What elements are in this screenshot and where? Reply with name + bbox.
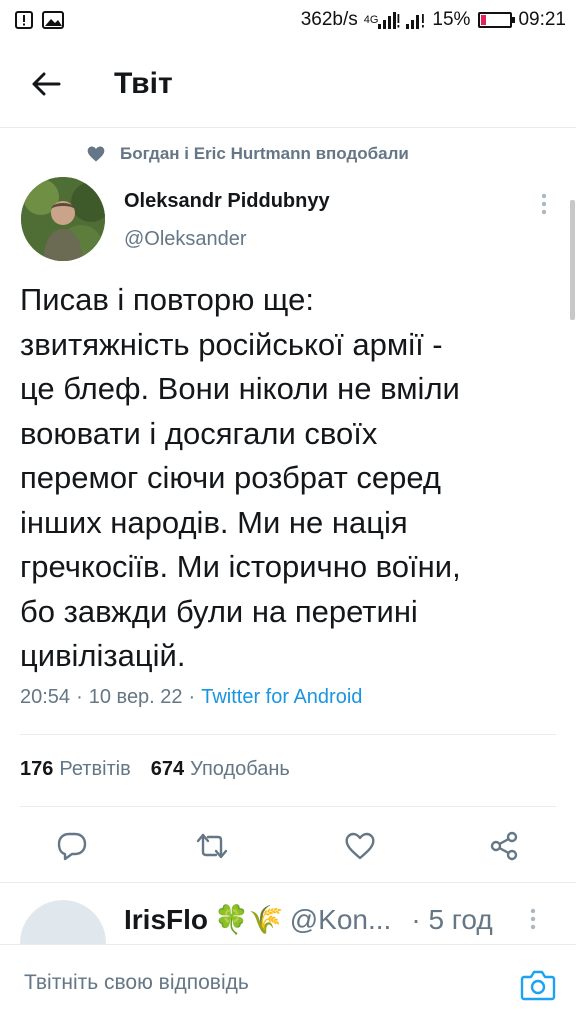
reply-author-emoji: 🍀🌾 (214, 904, 284, 935)
tweet-time: 20:54 (20, 686, 71, 708)
reply-author-name: IrisFlo (124, 903, 209, 935)
retweets-label: Ретвітів (59, 758, 131, 780)
tweet-date: 10 вер. 22 (88, 686, 183, 708)
tweet-text: Писав і повторю ще: звитяжність російськ… (20, 282, 461, 673)
reply-more-button[interactable] (530, 908, 536, 935)
tweet-stats: 176 Ретвітів 674 Уподобань (20, 758, 290, 781)
retweet-icon (196, 833, 228, 859)
author-handle[interactable]: @Oleksander (124, 228, 247, 251)
status-left (14, 10, 64, 30)
divider (0, 882, 576, 883)
more-vertical-icon (530, 908, 536, 930)
likes-count: 674 (150, 758, 185, 780)
tweet-source-link[interactable]: Twitter for Android (201, 686, 362, 709)
heart-outline-icon (345, 832, 375, 860)
camera-button[interactable] (519, 967, 557, 1003)
reply-compose-bar (0, 944, 576, 1024)
image-icon (42, 10, 64, 30)
reply-author-handle: @Kon... (289, 903, 392, 935)
retweets-stat[interactable]: 176 Ретвітів (20, 758, 131, 781)
alert-icon (14, 10, 34, 30)
tweet-more-button[interactable] (530, 190, 558, 218)
tweet-actions (0, 822, 576, 872)
social-context-text: Богдан і Eric Hurtmann вподобали (120, 144, 409, 163)
like-button[interactable] (336, 822, 384, 870)
battery-icon (478, 12, 516, 28)
battery-percent: 15% (432, 9, 471, 30)
reply-time: · 5 год (411, 903, 493, 935)
cell-signal-icon: 4G (364, 11, 401, 29)
avatar-image (21, 177, 105, 261)
battery-fill (481, 15, 486, 25)
heart-icon (87, 146, 105, 162)
arrow-left-icon (32, 72, 61, 95)
network-speed: 362b/s (300, 9, 358, 30)
camera-icon (520, 970, 556, 1001)
page-title: Твіт (114, 66, 173, 100)
more-vertical-icon (541, 193, 547, 215)
top-app-bar: Твіт (0, 40, 576, 128)
cell-signal-2-icon (406, 11, 426, 29)
reply-header[interactable]: IrisFlo 🍀🌾 @Kon... · 5 год (124, 903, 493, 936)
social-context[interactable]: Богдан і Eric Hurtmann вподобали (86, 144, 409, 164)
back-button[interactable] (14, 52, 78, 116)
meta-separator: · (76, 686, 83, 708)
share-icon (490, 831, 518, 861)
reply-input[interactable] (24, 971, 494, 995)
divider (20, 734, 556, 735)
comment-icon (57, 832, 87, 861)
status-bar: 362b/s 4G 15% 09:21 (0, 0, 576, 40)
author-name[interactable]: Oleksandr Piddubnyy (124, 190, 330, 213)
status-right: 362b/s 4G 15% 09:21 (301, 9, 566, 31)
author-avatar[interactable] (21, 177, 105, 261)
share-button[interactable] (480, 822, 528, 870)
likes-label: Уподобань (190, 758, 290, 780)
scrollbar[interactable] (570, 200, 575, 320)
reply-button[interactable] (48, 822, 96, 870)
clock: 09:21 (518, 9, 566, 30)
network-type: 4G (363, 14, 379, 26)
tweet-meta: 20:54 · 10 вер. 22 · Twitter for Android (20, 686, 362, 709)
divider (20, 806, 556, 807)
retweets-count: 176 (20, 758, 54, 780)
likes-stat[interactable]: 674 Уподобань (151, 758, 290, 781)
retweet-button[interactable] (188, 822, 236, 870)
meta-separator: · (188, 686, 196, 708)
